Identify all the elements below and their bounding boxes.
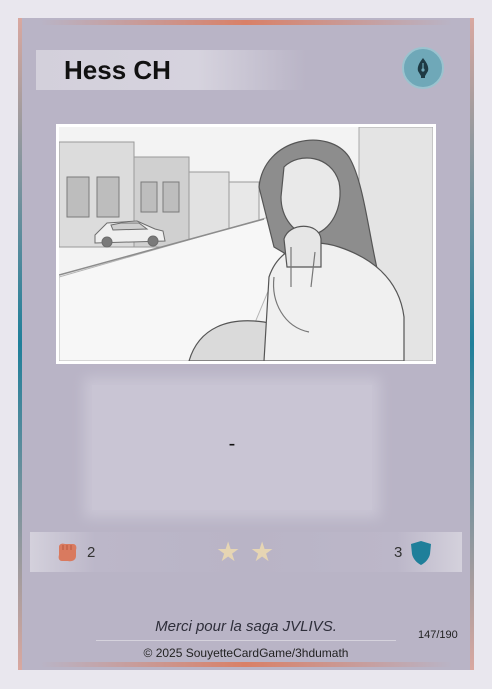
shield-icon bbox=[411, 541, 431, 565]
type-badge bbox=[402, 47, 444, 89]
card-number: 147/190 bbox=[418, 629, 458, 641]
attack-value: 2 bbox=[87, 544, 96, 561]
star-icon: ★ bbox=[216, 537, 241, 567]
fist-icon bbox=[58, 543, 77, 562]
footer-divider bbox=[96, 640, 396, 641]
star-icon: ★ bbox=[250, 537, 275, 567]
pen-nib-icon bbox=[417, 58, 429, 78]
frame-border-bottom bbox=[40, 662, 452, 667]
frame-border-right bbox=[470, 18, 474, 670]
defense-value: 3 bbox=[394, 544, 403, 561]
ability-text: - bbox=[228, 433, 236, 455]
game-card: Hess CH - 2 ★ ★ 3 Merci pour la saga JVL… bbox=[0, 0, 492, 689]
frame-border-top bbox=[40, 20, 452, 25]
ability-text-box: - bbox=[92, 385, 372, 510]
card-illustration bbox=[59, 127, 433, 361]
frame-border-left bbox=[18, 18, 22, 670]
copyright-text: © 2025 SouyetteCardGame/3hdumath bbox=[143, 646, 349, 660]
card-title: Hess CH bbox=[64, 55, 171, 85]
